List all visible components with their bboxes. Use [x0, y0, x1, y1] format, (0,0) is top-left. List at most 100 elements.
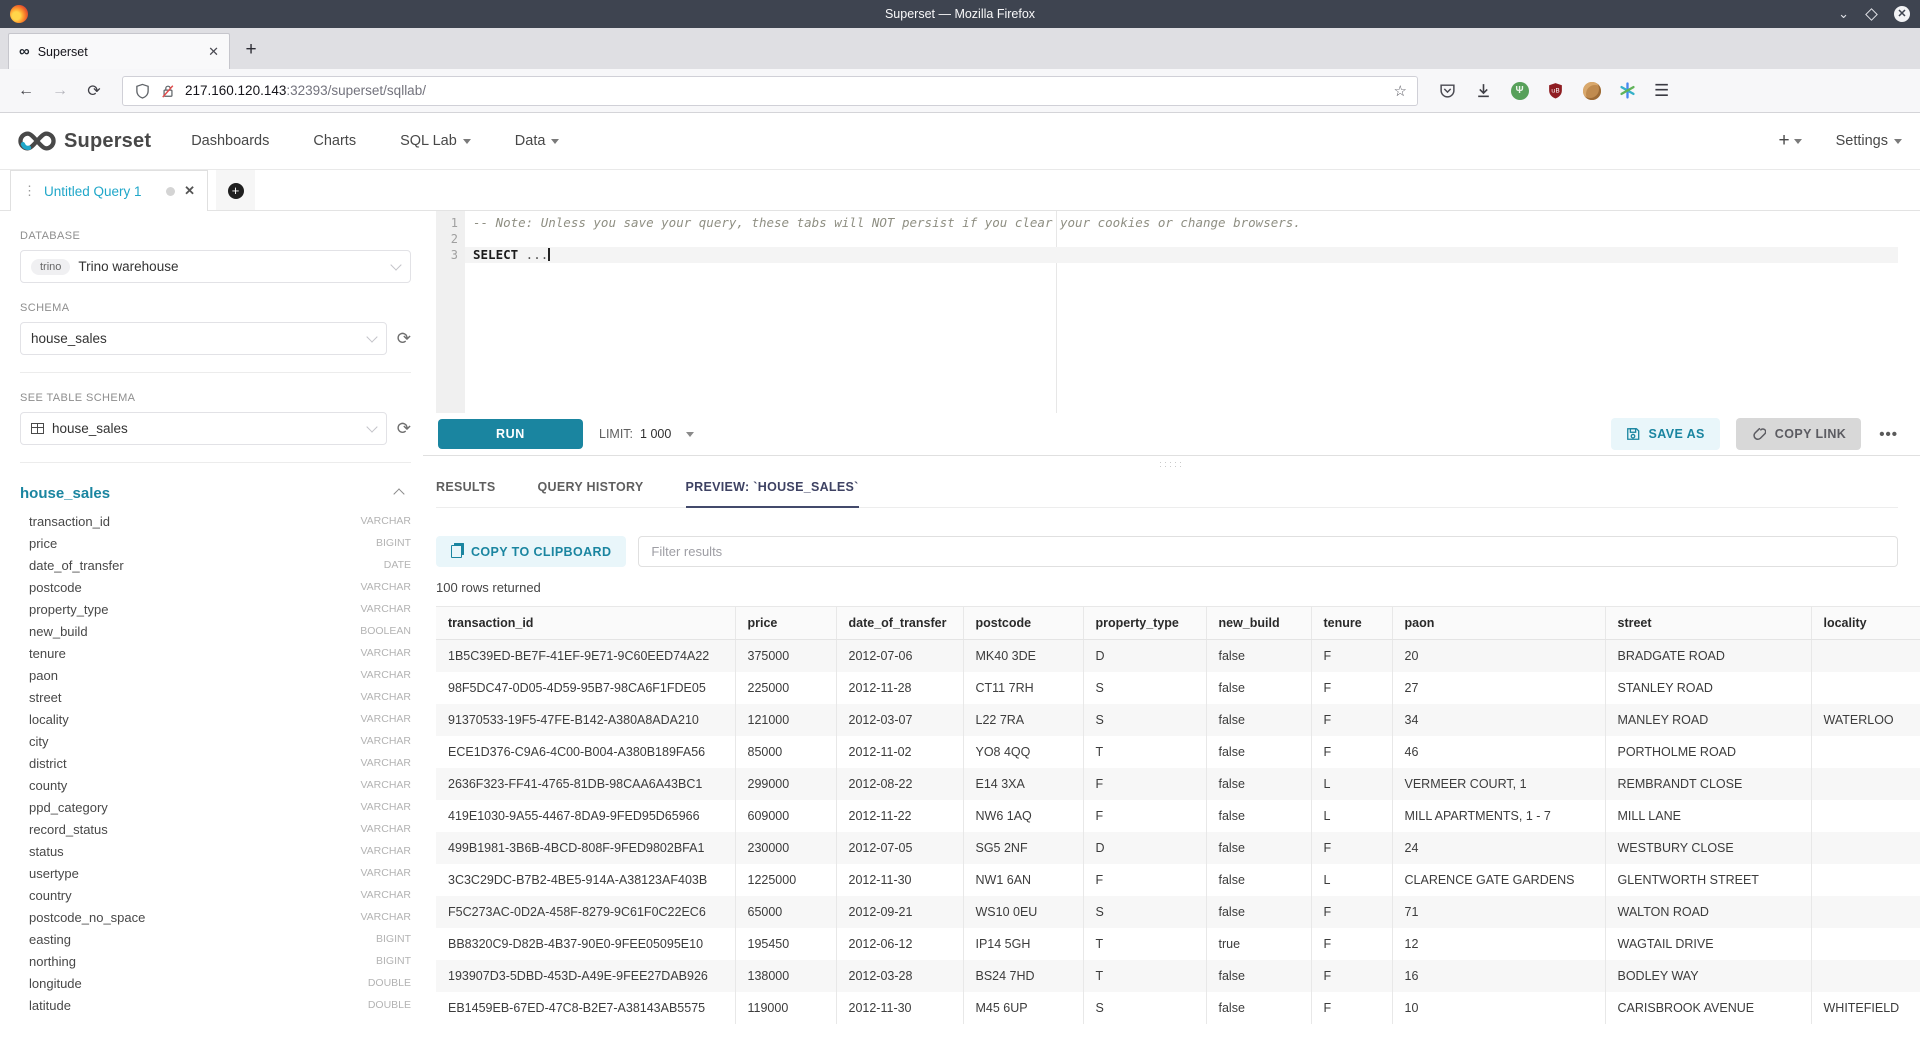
cookie-extension-icon[interactable] [1582, 81, 1601, 100]
window-minimize-icon[interactable]: ⌄ [1838, 6, 1849, 22]
schema-column-row[interactable]: statusVARCHAR [20, 840, 411, 862]
window-maximize-icon[interactable] [1865, 8, 1878, 21]
refresh-table-icon[interactable]: ⟳ [397, 419, 411, 439]
table-row[interactable]: 499B1981-3B6B-4BCD-808F-9FED9802BFA12300… [436, 832, 1920, 864]
download-icon[interactable] [1474, 81, 1493, 100]
results-tab-results[interactable]: RESULTS [436, 472, 496, 508]
column-header-price[interactable]: price [735, 607, 836, 640]
table-row[interactable]: 193907D3-5DBD-453D-A49E-9FEE27DAB9261380… [436, 960, 1920, 992]
drag-handle-icon[interactable]: ⋮ [23, 183, 35, 199]
column-header-locality[interactable]: locality [1811, 607, 1920, 640]
table-cell: WATERLOO [1811, 704, 1920, 736]
limit-dropdown[interactable]: LIMIT: 1 000 [599, 427, 694, 441]
schema-column-row[interactable]: postcodeVARCHAR [20, 576, 411, 598]
column-header-street[interactable]: street [1605, 607, 1811, 640]
table-row[interactable]: 419E1030-9A55-4467-8DA9-9FED95D659666090… [436, 800, 1920, 832]
nav-item-data[interactable]: Data [515, 133, 560, 149]
add-query-tab-button[interactable]: + [216, 170, 255, 211]
query-tab-close-icon[interactable]: ✕ [184, 183, 195, 199]
schema-column-row[interactable]: property_typeVARCHAR [20, 598, 411, 620]
browser-tab-superset[interactable]: ∞ Superset ✕ [8, 33, 230, 69]
url-bar[interactable]: 217.160.120.143:32393/superset/sqllab/ ☆ [122, 76, 1418, 106]
schema-column-row[interactable]: latitudeDOUBLE [20, 994, 411, 1016]
back-icon[interactable]: ← [12, 82, 40, 100]
forward-icon[interactable]: → [46, 82, 74, 100]
column-header-postcode[interactable]: postcode [963, 607, 1083, 640]
collapse-chevron-icon[interactable] [393, 488, 404, 499]
schema-column-row[interactable]: districtVARCHAR [20, 752, 411, 774]
more-actions-button[interactable]: ••• [1879, 426, 1898, 443]
table-row[interactable]: 2636F323-FF41-4765-81DB-98CAA6A43BC12990… [436, 768, 1920, 800]
schema-column-row[interactable]: new_buildBOOLEAN [20, 620, 411, 642]
bookmark-star-icon[interactable]: ☆ [1394, 82, 1407, 100]
table-row[interactable]: BB8320C9-D82B-4B37-90E0-9FEE05095E101954… [436, 928, 1920, 960]
schema-column-row[interactable]: northingBIGINT [20, 950, 411, 972]
table-cell: S [1083, 704, 1206, 736]
add-new-button[interactable]: + [1778, 130, 1801, 152]
settings-menu[interactable]: Settings [1836, 133, 1902, 149]
table-cell [1811, 768, 1920, 800]
table-row[interactable]: ECE1D376-C9A6-4C00-B004-A380B189FA568500… [436, 736, 1920, 768]
schema-column-row[interactable]: cityVARCHAR [20, 730, 411, 752]
schema-column-row[interactable]: priceBIGINT [20, 532, 411, 554]
run-button[interactable]: RUN [438, 419, 583, 449]
column-header-property_type[interactable]: property_type [1083, 607, 1206, 640]
schema-column-row[interactable]: longitudeDOUBLE [20, 972, 411, 994]
menu-hamburger-icon[interactable]: ☰ [1654, 81, 1669, 101]
column-header-date_of_transfer[interactable]: date_of_transfer [836, 607, 963, 640]
query-tab[interactable]: ⋮ Untitled Query 1 ✕ [10, 170, 208, 211]
ublock-origin-icon[interactable]: uB [1546, 81, 1565, 100]
column-header-tenure[interactable]: tenure [1311, 607, 1392, 640]
nav-item-charts[interactable]: Charts [313, 133, 356, 149]
table-row[interactable]: 98F5DC47-0D05-4D59-95B7-98CA6F1FDE052250… [436, 672, 1920, 704]
reload-icon[interactable]: ⟳ [80, 81, 108, 101]
schema-column-row[interactable]: tenureVARCHAR [20, 642, 411, 664]
filter-results-input[interactable] [638, 536, 1898, 567]
copy-link-button[interactable]: COPY LINK [1736, 418, 1861, 450]
new-browser-tab-button[interactable]: + [236, 36, 266, 66]
table-row[interactable]: F5C273AC-0D2A-458F-8279-9C61F0C22EC66500… [436, 896, 1920, 928]
schema-column-row[interactable]: streetVARCHAR [20, 686, 411, 708]
table-name-heading[interactable]: house_sales [20, 485, 395, 502]
schema-column-row[interactable]: date_of_transferDATE [20, 554, 411, 576]
shield-icon[interactable] [133, 82, 151, 100]
window-close-icon[interactable]: ✕ [1894, 6, 1910, 22]
refresh-schema-icon[interactable]: ⟳ [397, 329, 411, 349]
table-row[interactable]: EB1459EB-67ED-47C8-B2E7-A38143AB55751190… [436, 992, 1920, 1024]
sql-editor[interactable]: 123 -- Note: Unless you save your query,… [436, 211, 1898, 413]
insecure-lock-icon[interactable] [159, 82, 177, 100]
table-row[interactable]: 1B5C39ED-BE7F-41EF-9E71-9C60EED74A223750… [436, 640, 1920, 672]
schema-column-row[interactable]: record_statusVARCHAR [20, 818, 411, 840]
schema-select[interactable]: house_sales [20, 322, 387, 355]
column-header-new_build[interactable]: new_build [1206, 607, 1311, 640]
nav-item-sql-lab[interactable]: SQL Lab [400, 133, 471, 149]
pane-resize-handle[interactable]: ·········· [423, 456, 1920, 472]
schema-column-row[interactable]: transaction_idVARCHAR [20, 510, 411, 532]
superset-brand[interactable]: Superset [18, 129, 151, 153]
database-select[interactable]: trino Trino warehouse [20, 250, 411, 283]
table-row[interactable]: 3C3C29DC-B7B2-4BE5-914A-A38123AF403B1225… [436, 864, 1920, 896]
schema-column-row[interactable]: eastingBIGINT [20, 928, 411, 950]
url-text[interactable]: 217.160.120.143:32393/superset/sqllab/ [185, 83, 1386, 98]
table-schema-select[interactable]: house_sales [20, 412, 387, 445]
pocket-icon[interactable] [1438, 81, 1457, 100]
editor-code[interactable]: -- Note: Unless you save your query, the… [465, 211, 1898, 413]
browser-tab-close-icon[interactable]: ✕ [208, 44, 219, 60]
container-asterisk-icon[interactable] [1618, 81, 1637, 100]
schema-column-row[interactable]: localityVARCHAR [20, 708, 411, 730]
column-header-transaction_id[interactable]: transaction_id [436, 607, 735, 640]
table-row[interactable]: 91370533-19F5-47FE-B142-A380A8ADA2101210… [436, 704, 1920, 736]
save-as-button[interactable]: SAVE AS [1611, 418, 1720, 450]
privacy-badger-icon[interactable]: Ψ [1510, 81, 1529, 100]
nav-item-dashboards[interactable]: Dashboards [191, 133, 269, 149]
schema-column-row[interactable]: postcode_no_spaceVARCHAR [20, 906, 411, 928]
column-header-paon[interactable]: paon [1392, 607, 1605, 640]
copy-to-clipboard-button[interactable]: COPY TO CLIPBOARD [436, 536, 626, 567]
schema-column-row[interactable]: usertypeVARCHAR [20, 862, 411, 884]
schema-column-row[interactable]: countyVARCHAR [20, 774, 411, 796]
schema-column-row[interactable]: ppd_categoryVARCHAR [20, 796, 411, 818]
results-tab-query-history[interactable]: QUERY HISTORY [538, 472, 644, 508]
schema-column-row[interactable]: countryVARCHAR [20, 884, 411, 906]
schema-column-row[interactable]: paonVARCHAR [20, 664, 411, 686]
results-tab-preview[interactable]: PREVIEW: `HOUSE_SALES` [686, 472, 859, 508]
